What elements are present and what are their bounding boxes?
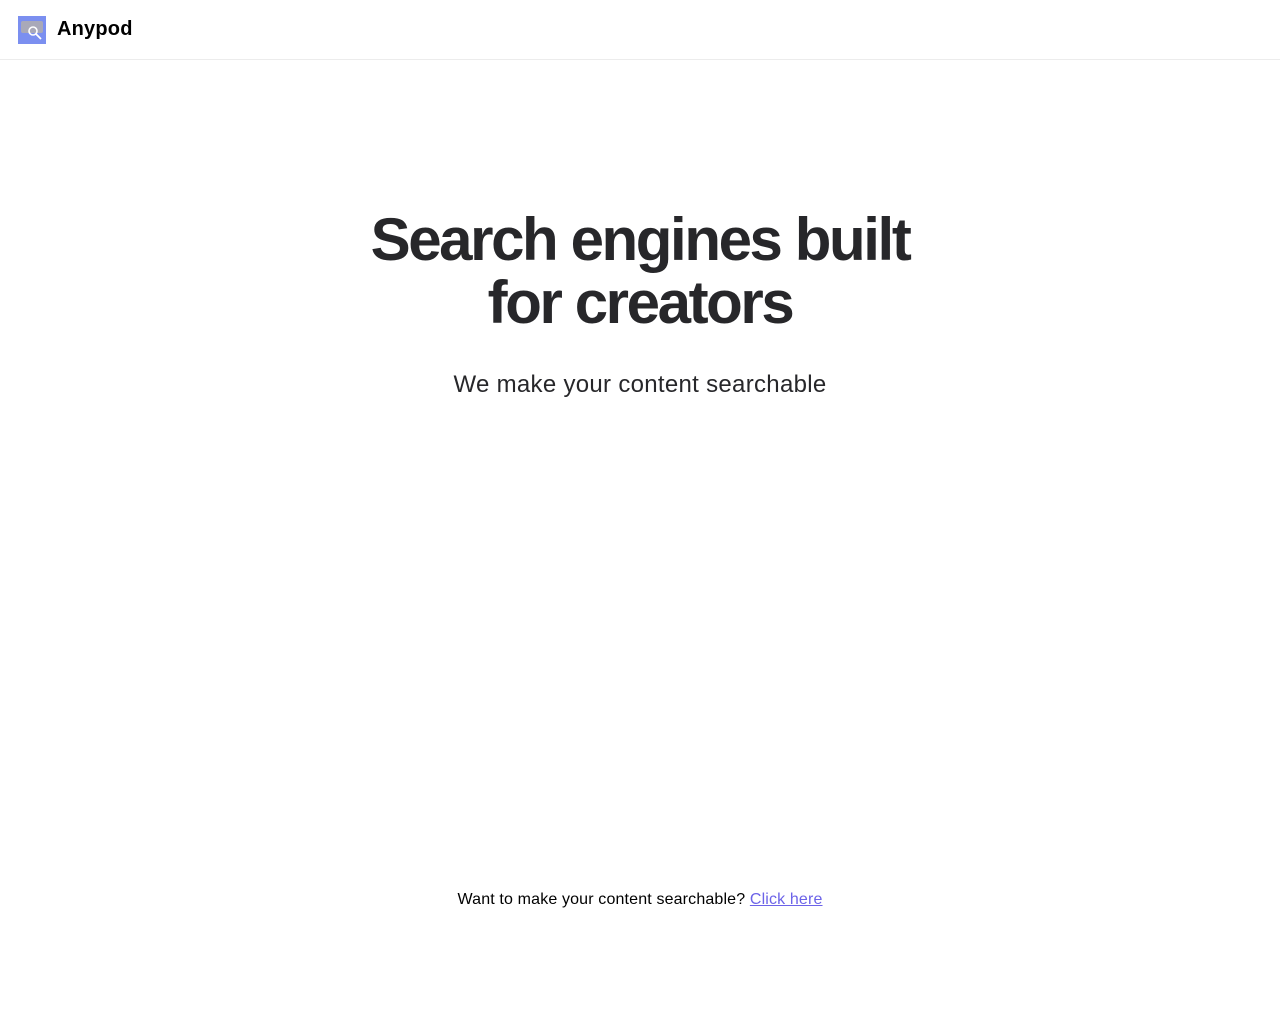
hero-title: Search engines built for creators <box>330 208 950 334</box>
hero-title-line-2: for creators <box>487 269 795 336</box>
cta-line: Want to make your content searchable? Cl… <box>0 891 1280 909</box>
hero-subtitle: We make your content searchable <box>453 371 827 398</box>
top-header: Anypod <box>0 0 1280 60</box>
hero-section: Search engines built for creators We mak… <box>0 208 1280 399</box>
cta-prompt: Want to make your content searchable? <box>457 891 746 908</box>
search-logo-icon[interactable] <box>18 15 46 44</box>
hero-title-line-1: Search engines built <box>370 206 912 273</box>
brand-name[interactable]: Anypod <box>57 18 133 41</box>
cta-click-here-link[interactable]: Click here <box>750 891 823 908</box>
